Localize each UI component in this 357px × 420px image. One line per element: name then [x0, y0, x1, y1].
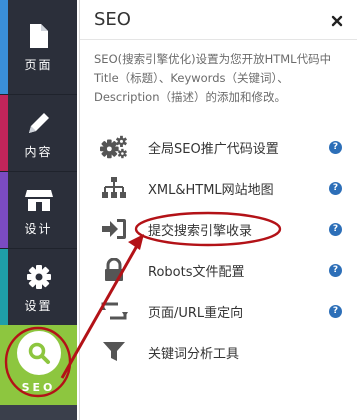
menu-item-url-redirect[interactable]: 页面/URL重定向 ?: [80, 290, 357, 331]
sidebar-item-seo[interactable]: SEO: [0, 325, 77, 405]
sidebar-stripe: [0, 0, 8, 95]
filter-icon: [100, 339, 128, 365]
gears-icon: [100, 134, 128, 160]
gear-icon: [25, 263, 53, 291]
lock-icon: [100, 257, 128, 283]
sidebar-item-label: 内容: [24, 145, 53, 159]
menu-item-label: 关键词分析工具: [148, 347, 240, 362]
sidebar-stripe: [0, 249, 8, 325]
retweet-icon: [100, 298, 128, 324]
seo-panel: SEO SEO(搜索引擎优化)设置为您开放HTML代码中Title（标题）、Ke…: [79, 0, 357, 420]
sidebar-footer: [0, 405, 77, 420]
panel-title: SEO: [94, 9, 131, 30]
search-icon: [16, 330, 61, 375]
sidebar-item-design[interactable]: 设计: [0, 172, 77, 249]
help-icon[interactable]: ?: [329, 223, 342, 236]
sidebar-item-label: 设计: [24, 222, 53, 236]
panel-header: SEO: [80, 0, 357, 40]
menu-item-robots[interactable]: Robots文件配置 ?: [80, 249, 357, 290]
pencil-icon: [25, 109, 53, 137]
sign-in-icon: [100, 216, 128, 242]
help-icon[interactable]: ?: [329, 141, 342, 154]
sidebar-item-settings[interactable]: 设置: [0, 249, 77, 325]
menu-item-label: 全局SEO推广代码设置: [148, 142, 279, 157]
menu-item-sitemap[interactable]: XML&HTML网站地图 ?: [80, 167, 357, 208]
menu-item-global-seo-code[interactable]: 全局SEO推广代码设置 ?: [80, 126, 357, 167]
menu-item-label: 页面/URL重定向: [148, 306, 244, 321]
menu-item-keyword-analysis[interactable]: 关键词分析工具: [80, 331, 357, 372]
help-icon[interactable]: ?: [329, 182, 342, 195]
menu-item-label: 提交搜索引擎收录: [148, 224, 253, 239]
store-icon: [24, 186, 53, 214]
menu-item-label: XML&HTML网站地图: [148, 183, 274, 198]
sidebar-item-content[interactable]: 内容: [0, 95, 77, 172]
panel-description: SEO(搜索引擎优化)设置为您开放HTML代码中Title（标题）、Keywor…: [94, 52, 332, 104]
sidebar-item-label: SEO: [21, 380, 56, 394]
sidebar-stripe: [0, 172, 8, 249]
menu-item-label: Robots文件配置: [148, 265, 245, 280]
help-icon[interactable]: ?: [329, 305, 342, 318]
seo-menu: 全局SEO推广代码设置 ? XML&HTML网站地图 ? 提交搜索引擎收录 ? …: [80, 126, 357, 372]
sitemap-icon: [100, 175, 128, 201]
menu-item-submit-search-engine[interactable]: 提交搜索引擎收录 ?: [80, 208, 357, 249]
close-icon: [331, 15, 343, 27]
sidebar-item-label: 页面: [24, 58, 53, 72]
page-icon: [25, 22, 53, 50]
sidebar: 页面 内容 设计 设置 SEO: [0, 0, 77, 420]
close-button[interactable]: [330, 13, 344, 27]
sidebar-item-label: 设置: [24, 299, 53, 313]
help-icon[interactable]: ?: [329, 264, 342, 277]
sidebar-stripe: [0, 95, 8, 172]
sidebar-item-page[interactable]: 页面: [0, 0, 77, 95]
